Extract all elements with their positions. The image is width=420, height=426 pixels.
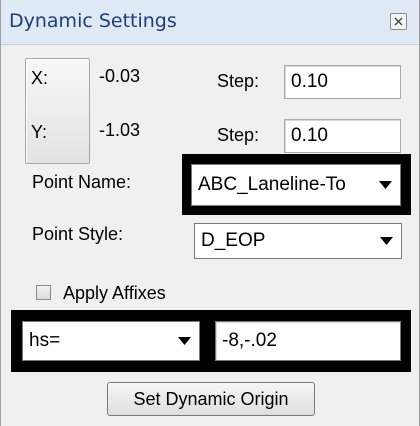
point-style-value: D_EOP	[201, 230, 266, 251]
title-bar: Dynamic Settings	[1, 0, 419, 45]
y-step-input[interactable]: 0.10	[284, 119, 401, 153]
y-step-value: 0.10	[291, 125, 328, 146]
point-style-dropdown[interactable]: D_EOP	[194, 223, 402, 259]
dynamic-settings-window: Dynamic Settings X: -0.03 Y: -1.03 Step:…	[0, 0, 420, 426]
set-dynamic-origin-button[interactable]: Set Dynamic Origin	[107, 382, 315, 416]
window-title: Dynamic Settings	[9, 10, 177, 32]
affix-value-input[interactable]: -8,-.02	[215, 321, 401, 361]
apply-affixes-label: Apply Affixes	[63, 283, 166, 303]
point-name-value: ABC_Laneline-To	[198, 174, 346, 195]
x-step-label: Step:	[217, 71, 260, 91]
x-value: -0.03	[99, 66, 141, 86]
apply-affixes-checkbox[interactable]	[36, 285, 51, 300]
chevron-down-icon	[379, 181, 392, 189]
chevron-down-icon	[380, 237, 393, 245]
mode-value: hs=	[29, 330, 61, 351]
x-step-input[interactable]: 0.10	[284, 65, 401, 99]
y-label: Y:	[31, 122, 48, 142]
mode-dropdown[interactable]: hs=	[22, 321, 200, 361]
point-name-label: Point Name:	[32, 172, 132, 192]
close-button[interactable]	[390, 13, 407, 30]
point-style-label: Point Style:	[32, 224, 124, 244]
x-step-value: 0.10	[291, 71, 328, 92]
point-name-dropdown[interactable]: ABC_Laneline-To	[191, 164, 401, 206]
y-step-label: Step:	[217, 125, 260, 145]
affix-value: -8,-.02	[222, 330, 277, 351]
set-dynamic-origin-label: Set Dynamic Origin	[133, 388, 289, 409]
x-label: X:	[31, 68, 49, 88]
close-icon	[394, 17, 403, 26]
chevron-down-icon	[178, 337, 191, 345]
y-value: -1.03	[99, 120, 141, 140]
